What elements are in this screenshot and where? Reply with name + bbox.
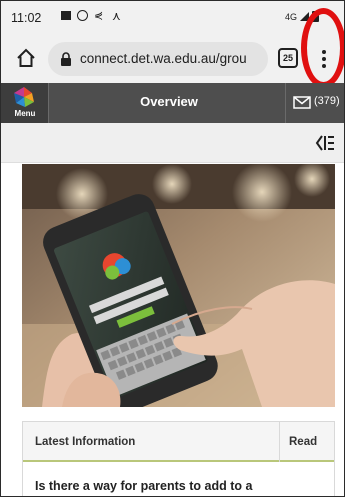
url-text: connect.det.wa.edu.au/grou bbox=[80, 51, 247, 66]
menu-button[interactable]: Menu bbox=[1, 83, 49, 123]
read-link[interactable]: Read bbox=[289, 436, 317, 448]
browser-toolbar: connect.det.wa.edu.au/grou 25 bbox=[1, 35, 344, 83]
panel-title: Latest Information bbox=[35, 436, 136, 448]
latest-information-panel: Latest Information Read Is there a way f… bbox=[22, 421, 335, 496]
activity-notification-icon: ⋏ bbox=[112, 8, 121, 23]
phone-screen: 11:02 ⋞ ⋏ 4G connect.det.wa.edu.au/grou … bbox=[0, 0, 345, 497]
share-notification-icon: ⋞ bbox=[94, 9, 104, 22]
status-bar: 11:02 ⋞ ⋏ 4G bbox=[1, 1, 344, 35]
network-type: 4G bbox=[285, 11, 298, 22]
status-time: 11:02 bbox=[11, 11, 42, 25]
address-bar[interactable]: connect.det.wa.edu.au/grou bbox=[48, 42, 268, 76]
hero-image bbox=[22, 164, 335, 407]
notification-icons: ⋞ ⋏ bbox=[61, 8, 121, 23]
panel-divider bbox=[279, 422, 280, 462]
home-icon[interactable] bbox=[15, 47, 37, 69]
whatsapp-notification-icon bbox=[77, 10, 88, 21]
annotation-circle bbox=[301, 8, 344, 88]
message-notification-icon bbox=[61, 11, 71, 20]
panel-header: Latest Information Read bbox=[23, 422, 334, 462]
site-header: Menu Overview (379) bbox=[1, 83, 344, 123]
content-toolbar bbox=[1, 123, 344, 163]
tabs-icon[interactable]: 25 bbox=[278, 48, 298, 68]
lock-icon bbox=[61, 52, 71, 66]
menu-label: Menu bbox=[14, 109, 36, 118]
message-count[interactable]: (379) bbox=[314, 95, 340, 107]
page-title: Overview bbox=[140, 94, 198, 109]
list-item[interactable]: Is there a way for parents to add to a bbox=[35, 479, 252, 493]
mail-icon[interactable] bbox=[293, 96, 311, 109]
header-divider bbox=[285, 83, 286, 123]
collapse-sidebar-icon[interactable] bbox=[315, 134, 335, 152]
logo-icon bbox=[14, 87, 34, 107]
